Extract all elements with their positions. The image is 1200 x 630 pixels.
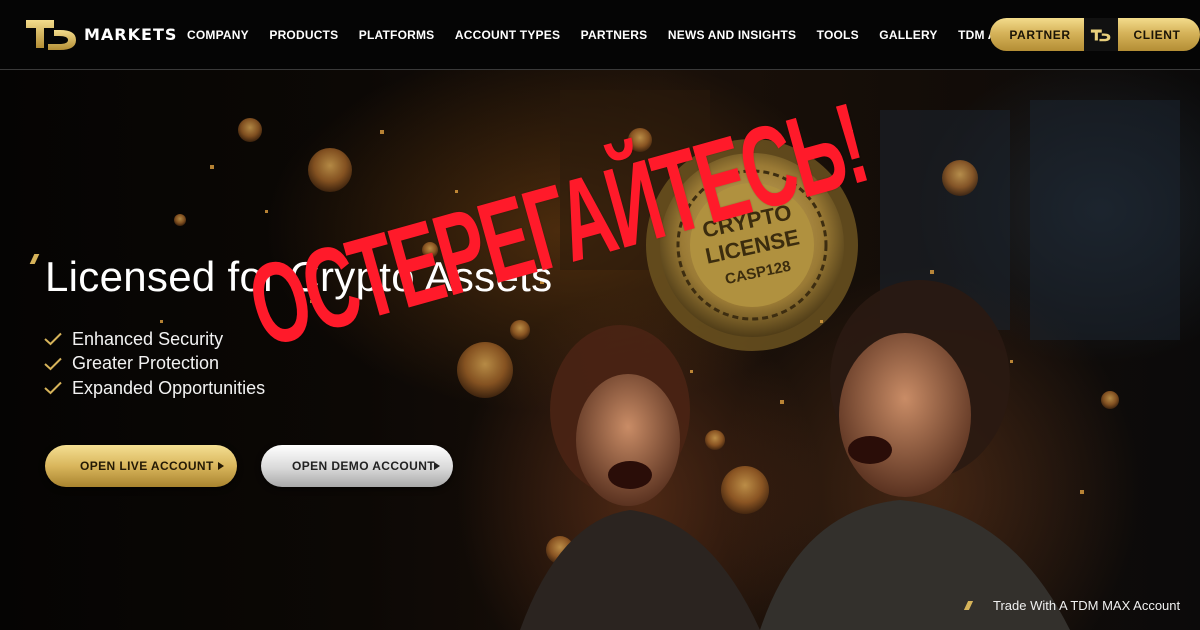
promo-accent-mark	[963, 601, 974, 610]
brand-logo[interactable]: MARKETS	[24, 16, 177, 52]
partner-login-button[interactable]: PARTNER	[990, 18, 1084, 51]
promo-ticker[interactable]: Trade With A TDM MAX Account	[963, 598, 1181, 613]
auth-switch: PARTNER CLIENT	[990, 18, 1200, 51]
open-live-account-button[interactable]: OPEN LIVE ACCOUNT	[45, 445, 237, 487]
nav-item-products[interactable]: PRODUCTS	[269, 28, 338, 42]
feature-item: Greater Protection	[44, 352, 265, 377]
feature-item: Expanded Opportunities	[44, 376, 265, 401]
check-icon	[44, 382, 62, 395]
td-mini-logo-icon	[1084, 18, 1118, 51]
top-navigation-bar: MARKETS COMPANY PRODUCTS PLATFORMS ACCOU…	[0, 0, 1200, 70]
nav-item-company[interactable]: COMPANY	[187, 28, 249, 42]
check-icon	[44, 357, 62, 371]
arrow-right-icon	[434, 462, 440, 470]
open-live-account-label: OPEN LIVE ACCOUNT	[80, 459, 214, 473]
feature-item: Enhanced Security	[44, 327, 265, 352]
nav-item-gallery[interactable]: GALLERY	[879, 28, 937, 42]
main-nav: COMPANY PRODUCTS PLATFORMS ACCOUNT TYPES…	[187, 28, 1070, 42]
check-icon	[44, 333, 62, 346]
nav-item-account-types[interactable]: ACCOUNT TYPES	[455, 28, 560, 42]
feature-label: Expanded Opportunities	[72, 377, 266, 398]
open-demo-account-button[interactable]: OPEN DEMO ACCOUNT	[261, 445, 453, 487]
client-login-button[interactable]: CLIENT	[1118, 18, 1200, 51]
promo-text: Trade With A TDM MAX Account	[993, 598, 1181, 613]
nav-item-news-and-insights[interactable]: NEWS AND INSIGHTS	[668, 28, 796, 42]
feature-label: Greater Protection	[72, 353, 220, 374]
logo-td-icon	[26, 20, 76, 50]
nav-item-platforms[interactable]: PLATFORMS	[359, 28, 435, 42]
feature-label: Enhanced Security	[72, 328, 224, 349]
feature-list: Enhanced Security Greater Protection Exp…	[44, 327, 265, 401]
person-left	[520, 325, 760, 630]
nav-item-partners[interactable]: PARTNERS	[581, 28, 648, 42]
nav-item-tools[interactable]: TOOLS	[817, 28, 859, 42]
arrow-right-icon	[218, 462, 224, 470]
logo-text: MARKETS	[84, 24, 178, 44]
open-demo-account-label: OPEN DEMO ACCOUNT	[292, 459, 436, 473]
